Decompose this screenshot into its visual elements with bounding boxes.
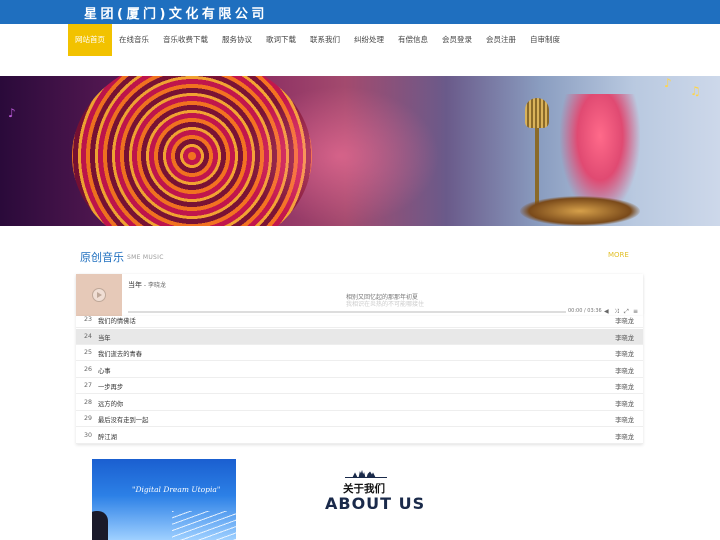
playlist-artist: 李晓龙 <box>615 367 634 375</box>
nav-item-home[interactable]: 网站首页 <box>68 24 112 56</box>
playlist-title: 我们逝去的青春 <box>98 351 143 358</box>
main-nav: 网站首页 在线音乐 音乐收费下载 服务协议 歌词下载 联系我们 纠纷处理 有偿信… <box>0 24 720 56</box>
playlist-row[interactable]: 25 我们逝去的青春 李晓龙 <box>76 345 643 361</box>
banner-glow <box>240 86 440 226</box>
playlist-row[interactable]: 30 醉江湖 李晓龙 <box>76 428 643 444</box>
poster-title: "Digital Dream Utopia" <box>132 485 221 494</box>
nav-item-login[interactable]: 会员登录 <box>435 24 479 56</box>
playlist-num: 26 <box>84 365 93 373</box>
volume-icon[interactable]: ◀ <box>604 308 609 315</box>
nav-item-contact[interactable]: 联系我们 <box>303 24 347 56</box>
shuffle-icon[interactable]: ⤨ <box>614 308 619 316</box>
playlist-row[interactable]: 24 当年 李晓龙 <box>76 328 643 345</box>
music-staff-graphic <box>172 511 236 540</box>
nav-item-register[interactable]: 会员注册 <box>479 24 523 56</box>
nav-item-dispute[interactable]: 纠纷处理 <box>347 24 391 56</box>
progress-bar[interactable] <box>128 311 566 313</box>
playlist-row[interactable]: 27 一步再步 李晓龙 <box>76 378 643 394</box>
now-playing: 当年 - 李晓龙 <box>128 280 166 290</box>
playlist-num: 25 <box>84 349 93 356</box>
playlist-title: 醉江湖 <box>98 433 117 441</box>
lyric-next: 我相识在炎热的不可能哪接住 <box>346 301 425 308</box>
playlist-title: 最后没有走到一起 <box>98 417 149 424</box>
playlist-title: 远方的你 <box>98 400 124 408</box>
section-subtitle: SME MUSIC <box>127 254 164 261</box>
more-link[interactable]: MORE <box>608 251 629 259</box>
play-icon[interactable] <box>92 288 106 302</box>
playlist-title: 心事 <box>98 367 111 375</box>
playlist-row[interactable]: 29 最后没有走到一起 李晓龙 <box>76 411 643 427</box>
playlist-artist: 李晓龙 <box>615 433 634 441</box>
nav-item-service-agreement[interactable]: 服务协议 <box>215 24 259 56</box>
playlist-title: 我们的情佛话 <box>98 318 136 325</box>
album-cover <box>76 274 122 316</box>
playlist-artist: 李晓龙 <box>615 417 634 424</box>
playlist-num: 23 <box>84 316 93 323</box>
playlist-title: 一步再步 <box>98 384 124 391</box>
playlist-num: 29 <box>84 415 93 422</box>
play-time: 00:00 / 03:36 <box>568 308 602 314</box>
music-note-icon: ♪ <box>8 106 16 120</box>
top-header-bar: 星团(厦门)文化有限公司 <box>0 0 720 24</box>
playlist-artist: 李晓龙 <box>615 400 634 408</box>
playlist-artist: 李晓龙 <box>615 384 634 391</box>
company-name: 星团(厦门)文化有限公司 <box>84 7 268 22</box>
playlist-artist: 李晓龙 <box>615 318 634 325</box>
poster-image: "Digital Dream Utopia" <box>92 459 236 540</box>
playlist-num: 24 <box>84 332 93 340</box>
playlist-title: 当年 <box>98 334 111 342</box>
fullscreen-icon[interactable]: ⤢ <box>624 308 629 316</box>
playlist-row[interactable]: 23 我们的情佛话 李晓龙 <box>76 316 643 328</box>
nav-item-paid-download[interactable]: 音乐收费下载 <box>156 24 215 56</box>
nav-item-online-music[interactable]: 在线音乐 <box>112 24 156 56</box>
skyline-decoration-icon <box>345 470 387 478</box>
music-player: 当年 - 李晓龙 相别又回忆起的那那年初夏 我相识在炎热的不可能哪接住 00:0… <box>76 274 643 316</box>
music-note-icon: ♪ <box>664 76 672 90</box>
playlist-artist: 李晓龙 <box>615 334 634 342</box>
playlist-row[interactable]: 28 远方的你 李晓龙 <box>76 395 643 411</box>
guitar-graphic <box>92 511 108 540</box>
playlist-num: 28 <box>84 398 93 406</box>
nav-item-self-review[interactable]: 自审制度 <box>523 24 567 56</box>
microphone-icon <box>525 98 549 128</box>
hero-banner: ♪ ♫ ♪ <box>0 76 720 226</box>
music-note-icon: ♫ <box>690 84 701 98</box>
now-playing-artist: - 李晓龙 <box>142 282 166 289</box>
nav-item-lyrics-download[interactable]: 歌词下载 <box>259 24 303 56</box>
playlist-num: 30 <box>84 431 93 439</box>
drum-graphic <box>520 196 640 226</box>
playlist-num: 27 <box>84 382 93 389</box>
now-playing-title: 当年 <box>128 281 142 289</box>
playlist: 23 我们的情佛话 李晓龙 24 当年 李晓龙 25 我们逝去的青春 李晓龙 26 心事 李晓龙 27 一… <box>76 316 643 444</box>
nav-item-paid-info[interactable]: 有偿信息 <box>391 24 435 56</box>
playlist-artist: 李晓龙 <box>615 351 634 358</box>
list-icon[interactable]: ≡ <box>633 308 638 315</box>
about-title-en: ABOUT US <box>325 494 426 513</box>
section-title: 原创音乐 <box>80 251 124 264</box>
playlist-row[interactable]: 26 心事 李晓龙 <box>76 362 643 378</box>
